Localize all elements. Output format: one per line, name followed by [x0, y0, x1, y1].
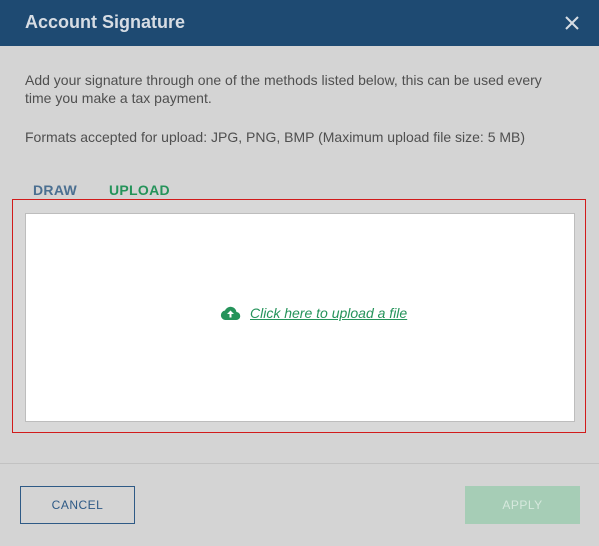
account-signature-dialog: Account Signature Add your signature thr… — [0, 0, 599, 546]
description-text: Add your signature through one of the me… — [25, 72, 542, 106]
upload-dropzone[interactable]: Click here to upload a file — [25, 213, 575, 422]
upload-panel: Click here to upload a file — [12, 199, 586, 433]
upload-link-text: Click here to upload a file — [250, 305, 408, 321]
close-icon — [565, 16, 579, 30]
close-button[interactable] — [561, 12, 583, 34]
formats-note: Formats accepted for upload: JPG, PNG, B… — [25, 129, 526, 145]
dialog-title: Account Signature — [25, 12, 186, 32]
cancel-button[interactable]: CANCEL — [20, 486, 135, 524]
tab-draw[interactable]: DRAW — [33, 182, 77, 198]
apply-button[interactable]: APPLY — [465, 486, 580, 524]
upload-file-link[interactable]: Click here to upload a file — [220, 305, 407, 321]
cloud-upload-icon — [220, 306, 241, 321]
tab-upload[interactable]: UPLOAD — [109, 182, 170, 198]
footer-divider — [0, 463, 599, 464]
dialog-header: Account Signature — [0, 0, 599, 46]
